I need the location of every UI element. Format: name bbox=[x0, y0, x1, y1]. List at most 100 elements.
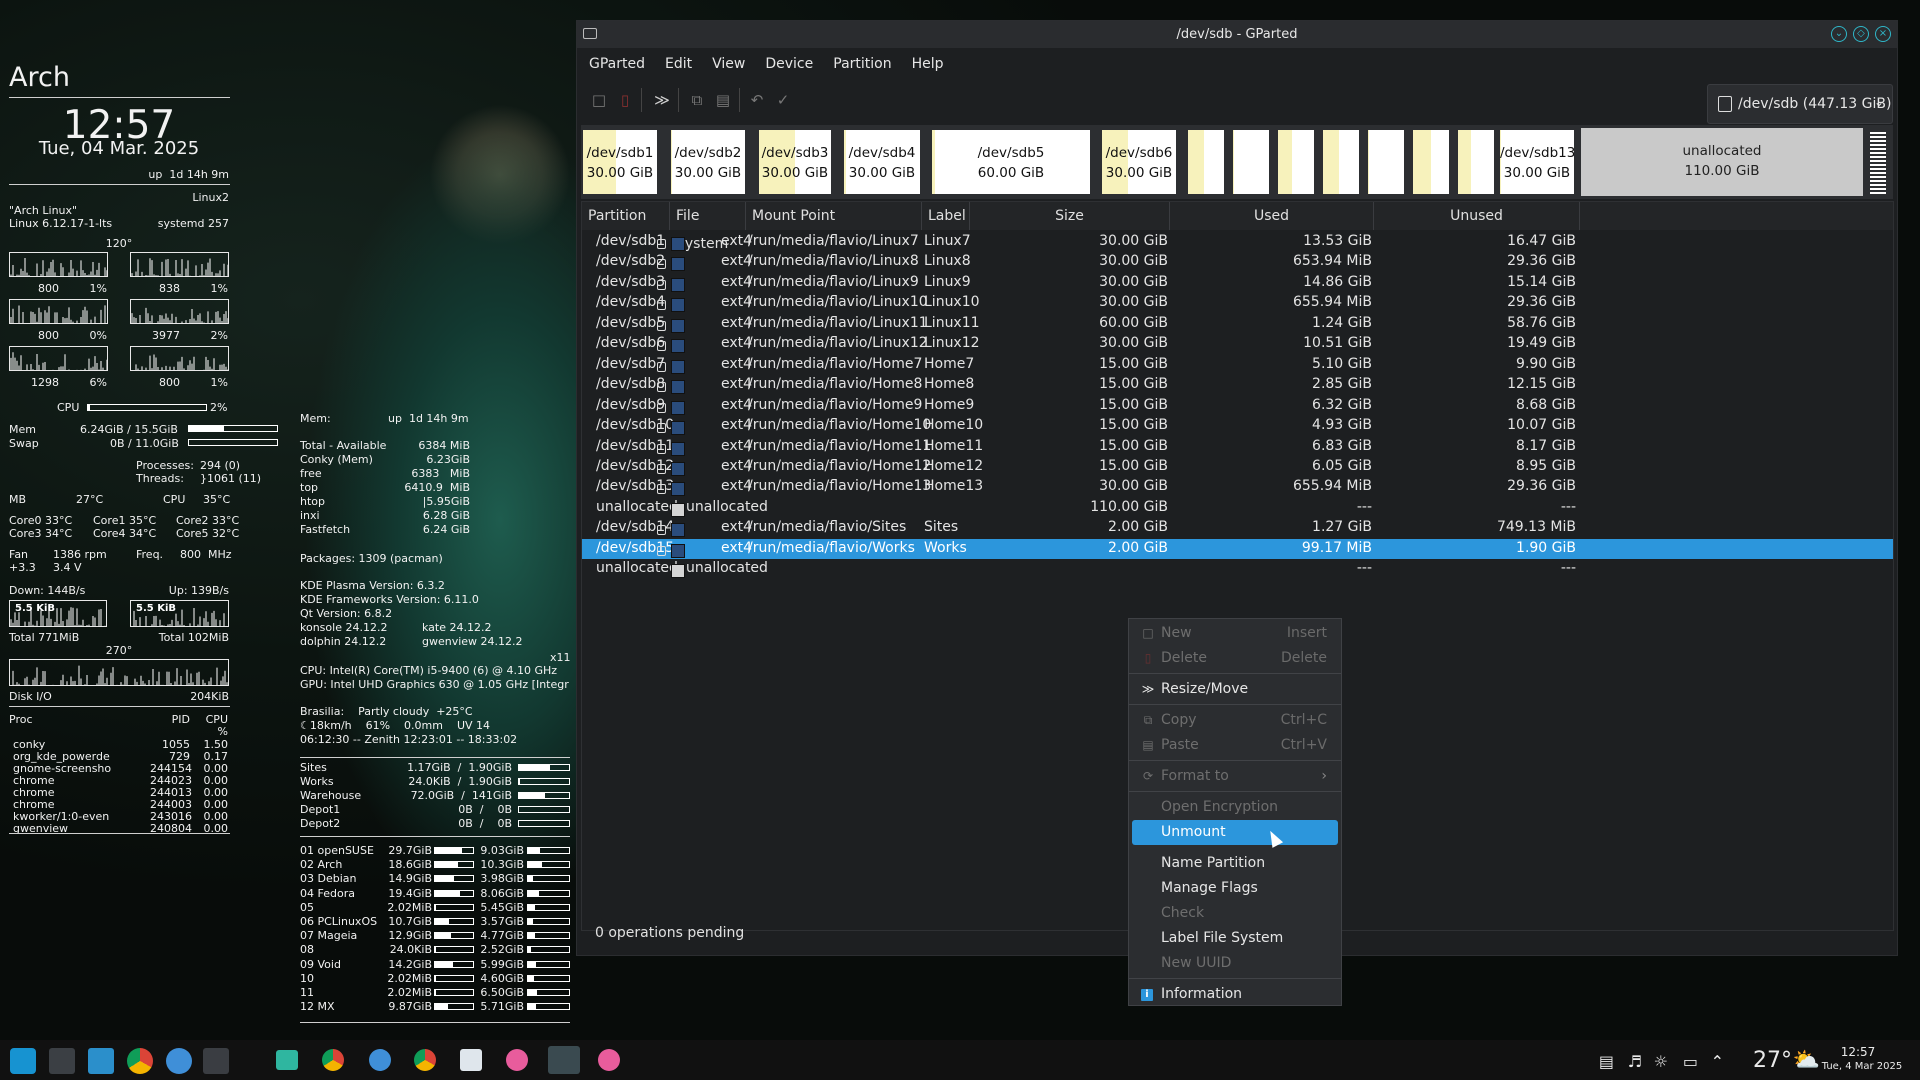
volume-icon[interactable]: ♬ bbox=[1628, 1052, 1642, 1071]
task-network-icon[interactable] bbox=[369, 1049, 391, 1071]
table-row[interactable]: /dev/sdb7 ext4/run/media/flavio/Home7 Home… bbox=[582, 355, 1893, 375]
menu-view[interactable]: View bbox=[712, 56, 745, 72]
menu-item-open-encryption[interactable]: Open Encryption bbox=[1129, 795, 1341, 820]
menu-item-paste[interactable]: ▤ Paste Ctrl+V bbox=[1129, 733, 1341, 758]
partition-map-sdb2[interactable]: /dev/sdb2 30.00 GiB bbox=[669, 128, 747, 196]
table-row[interactable]: unallocated unallocated --- --- bbox=[582, 559, 1893, 579]
partition-map-sdb4[interactable]: /dev/sdb4 30.00 GiB bbox=[842, 128, 922, 196]
menu-help[interactable]: Help bbox=[912, 56, 944, 72]
table-row[interactable]: /dev/sdb12 ext4/run/media/flavio/Home12 Ho… bbox=[582, 457, 1893, 477]
expand-tray-icon[interactable]: ⌃ bbox=[1711, 1052, 1724, 1071]
partition-map-small-10[interactable] bbox=[1321, 128, 1361, 196]
task-chrome-icon[interactable] bbox=[322, 1049, 344, 1071]
table-row[interactable]: /dev/sdb14 ext4/run/media/flavio/Sites Sit… bbox=[582, 518, 1893, 538]
partition-map-sdb13[interactable]: /dev/sdb13 30.00 GiB bbox=[1498, 128, 1576, 196]
column-header-unused[interactable]: Unused bbox=[1374, 202, 1580, 230]
mem2-uptime: up 1d 14h 9m bbox=[388, 412, 469, 425]
brightness-icon[interactable]: ☼ bbox=[1654, 1052, 1668, 1071]
network-icon[interactable] bbox=[166, 1048, 192, 1074]
menu-item-resize-move[interactable]: ≫ Resize/Move bbox=[1129, 677, 1341, 702]
menu-partition[interactable]: Partition bbox=[833, 56, 891, 72]
menu-item-unmount[interactable]: Unmount bbox=[1132, 820, 1338, 845]
menu-item-label-file-system[interactable]: Label File System bbox=[1129, 926, 1341, 951]
table-row[interactable]: /dev/sdb3 ext4/run/media/flavio/Linux9 Lin… bbox=[582, 273, 1893, 293]
paste-icon[interactable]: ▤ bbox=[713, 90, 733, 110]
partition-map-sdb1[interactable]: /dev/sdb1 30.00 GiB bbox=[581, 128, 659, 196]
tray-date[interactable]: Tue, 4 Mar 2025 bbox=[1814, 1061, 1910, 1072]
partition-map-sdb6[interactable]: /dev/sdb6 30.00 GiB bbox=[1100, 128, 1178, 196]
menu-device[interactable]: Device bbox=[765, 56, 813, 72]
system-bar-1 bbox=[434, 960, 474, 968]
minimize-icon[interactable]: ⌄ bbox=[1831, 26, 1847, 42]
title-bar[interactable]: /dev/sdb - GParted ⌄ ◇ × bbox=[577, 21, 1897, 48]
table-row[interactable]: /dev/sdb4 ext4/run/media/flavio/Linux10 Li… bbox=[582, 293, 1893, 313]
task-screenshot-2-icon[interactable] bbox=[598, 1049, 620, 1071]
partition-map: /dev/sdb1 30.00 GiB/dev/sdb2 30.00 GiB/dev… bbox=[581, 125, 1893, 199]
menu-gparted[interactable]: GParted bbox=[589, 56, 645, 72]
partition-map-small-7[interactable] bbox=[1186, 128, 1226, 196]
copy-icon[interactable]: ⧉ bbox=[687, 90, 707, 110]
menu-item-information[interactable]: i Information bbox=[1129, 982, 1341, 1007]
table-row[interactable]: /dev/sdb2 ext4/run/media/flavio/Linux8 Lin… bbox=[582, 252, 1893, 272]
table-row[interactable]: /dev/sdb13 ext4/run/media/flavio/Home13 Ho… bbox=[582, 477, 1893, 497]
partition-map-small-9[interactable] bbox=[1276, 128, 1316, 196]
partition-map-small-13[interactable] bbox=[1456, 128, 1496, 196]
partition-map-small-8[interactable] bbox=[1231, 128, 1271, 196]
new-icon[interactable]: □ bbox=[589, 90, 609, 110]
column-header-used[interactable]: Used bbox=[1170, 202, 1374, 230]
column-header-partition[interactable]: Partition bbox=[582, 202, 670, 230]
partition-map-small-12[interactable] bbox=[1411, 128, 1451, 196]
partition-map-small-11[interactable] bbox=[1366, 128, 1406, 196]
undo-icon[interactable]: ↶ bbox=[747, 90, 767, 110]
column-header-file-system[interactable]: File System bbox=[670, 202, 746, 252]
menu-item-delete[interactable]: ▯ Delete Delete bbox=[1129, 646, 1341, 671]
task-gparted-icon[interactable] bbox=[548, 1046, 580, 1074]
clipboard-icon[interactable]: ▤ bbox=[1599, 1052, 1614, 1071]
menu-item-check[interactable]: Check bbox=[1129, 901, 1341, 926]
menu-item-name-partition[interactable]: Name Partition bbox=[1129, 851, 1341, 876]
table-row[interactable]: unallocated unallocated 110.00 GiB --- --- bbox=[582, 498, 1893, 518]
table-row[interactable]: /dev/sdb6 ext4/run/media/flavio/Linux12 Li… bbox=[582, 334, 1893, 354]
task-book-icon[interactable] bbox=[460, 1049, 482, 1071]
resize-move-icon[interactable]: ≫ bbox=[652, 90, 672, 110]
system-bar-1 bbox=[434, 847, 474, 854]
column-header-label[interactable]: Label bbox=[922, 202, 970, 230]
table-row[interactable]: /dev/sdb8 ext4/run/media/flavio/Home8 Home… bbox=[582, 375, 1893, 395]
weather-temp[interactable]: 27° bbox=[1753, 1048, 1792, 1073]
partition-map-tail[interactable] bbox=[1868, 128, 1888, 196]
table-row[interactable]: /dev/sdb15 ext4/run/media/flavio/Works Wor… bbox=[582, 538, 1893, 559]
menu-item-new-uuid[interactable]: New UUID bbox=[1129, 951, 1341, 976]
menu-edit[interactable]: Edit bbox=[665, 56, 692, 72]
close-icon[interactable]: × bbox=[1875, 26, 1891, 42]
table-row[interactable]: /dev/sdb11 ext4/run/media/flavio/Home11 Ho… bbox=[582, 437, 1893, 457]
delete-icon[interactable]: ▯ bbox=[615, 90, 635, 110]
partition-map-sdb5[interactable]: /dev/sdb5 60.00 GiB bbox=[930, 128, 1092, 196]
menu-item-new[interactable]: □ New Insert bbox=[1129, 621, 1341, 646]
task-files-icon[interactable] bbox=[276, 1050, 298, 1070]
partition-map-unallocated[interactable]: unallocated 110.00 GiB bbox=[1581, 128, 1863, 196]
menu-item-copy[interactable]: ⧉ Copy Ctrl+C bbox=[1129, 708, 1341, 733]
arch-launcher-icon[interactable] bbox=[10, 1048, 36, 1074]
device-selector[interactable]: /dev/sdb (447.13 GiB) ⌄ bbox=[1707, 84, 1893, 124]
system-monitor-icon[interactable] bbox=[49, 1048, 75, 1074]
task-chrome-2-icon[interactable] bbox=[414, 1049, 436, 1071]
menu-item-manage-flags[interactable]: Manage Flags bbox=[1129, 876, 1341, 901]
files-icon[interactable] bbox=[88, 1048, 114, 1074]
table-row[interactable]: /dev/sdb10 ext4/run/media/flavio/Home10 Ho… bbox=[582, 416, 1893, 436]
table-row[interactable]: /dev/sdb1 ext4/run/media/flavio/Linux7 Lin… bbox=[582, 232, 1893, 252]
table-row[interactable]: /dev/sdb9 ext4/run/media/flavio/Home9 Home… bbox=[582, 396, 1893, 416]
task-screenshot-icon[interactable] bbox=[506, 1049, 528, 1071]
column-header-flags[interactable] bbox=[1580, 202, 1893, 230]
maximize-icon[interactable]: ◇ bbox=[1853, 26, 1869, 42]
menu-item-format-to[interactable]: ⟳ Format to › bbox=[1129, 764, 1341, 789]
apply-icon[interactable]: ✓ bbox=[773, 90, 793, 110]
terminal-icon[interactable] bbox=[203, 1048, 229, 1074]
column-header-mount-point[interactable]: Mount Point bbox=[746, 202, 922, 230]
display-icon[interactable]: ▭ bbox=[1683, 1052, 1698, 1071]
table-row[interactable]: /dev/sdb5 ext4/run/media/flavio/Linux11 Li… bbox=[582, 314, 1893, 334]
tray-time[interactable]: 12:57 bbox=[1818, 1045, 1898, 1059]
partition-map-sdb3[interactable]: /dev/sdb3 30.00 GiB bbox=[757, 128, 833, 196]
column-header-size[interactable]: Size bbox=[970, 202, 1170, 230]
chrome-icon[interactable] bbox=[127, 1048, 153, 1074]
core-graph-0 bbox=[9, 252, 108, 277]
